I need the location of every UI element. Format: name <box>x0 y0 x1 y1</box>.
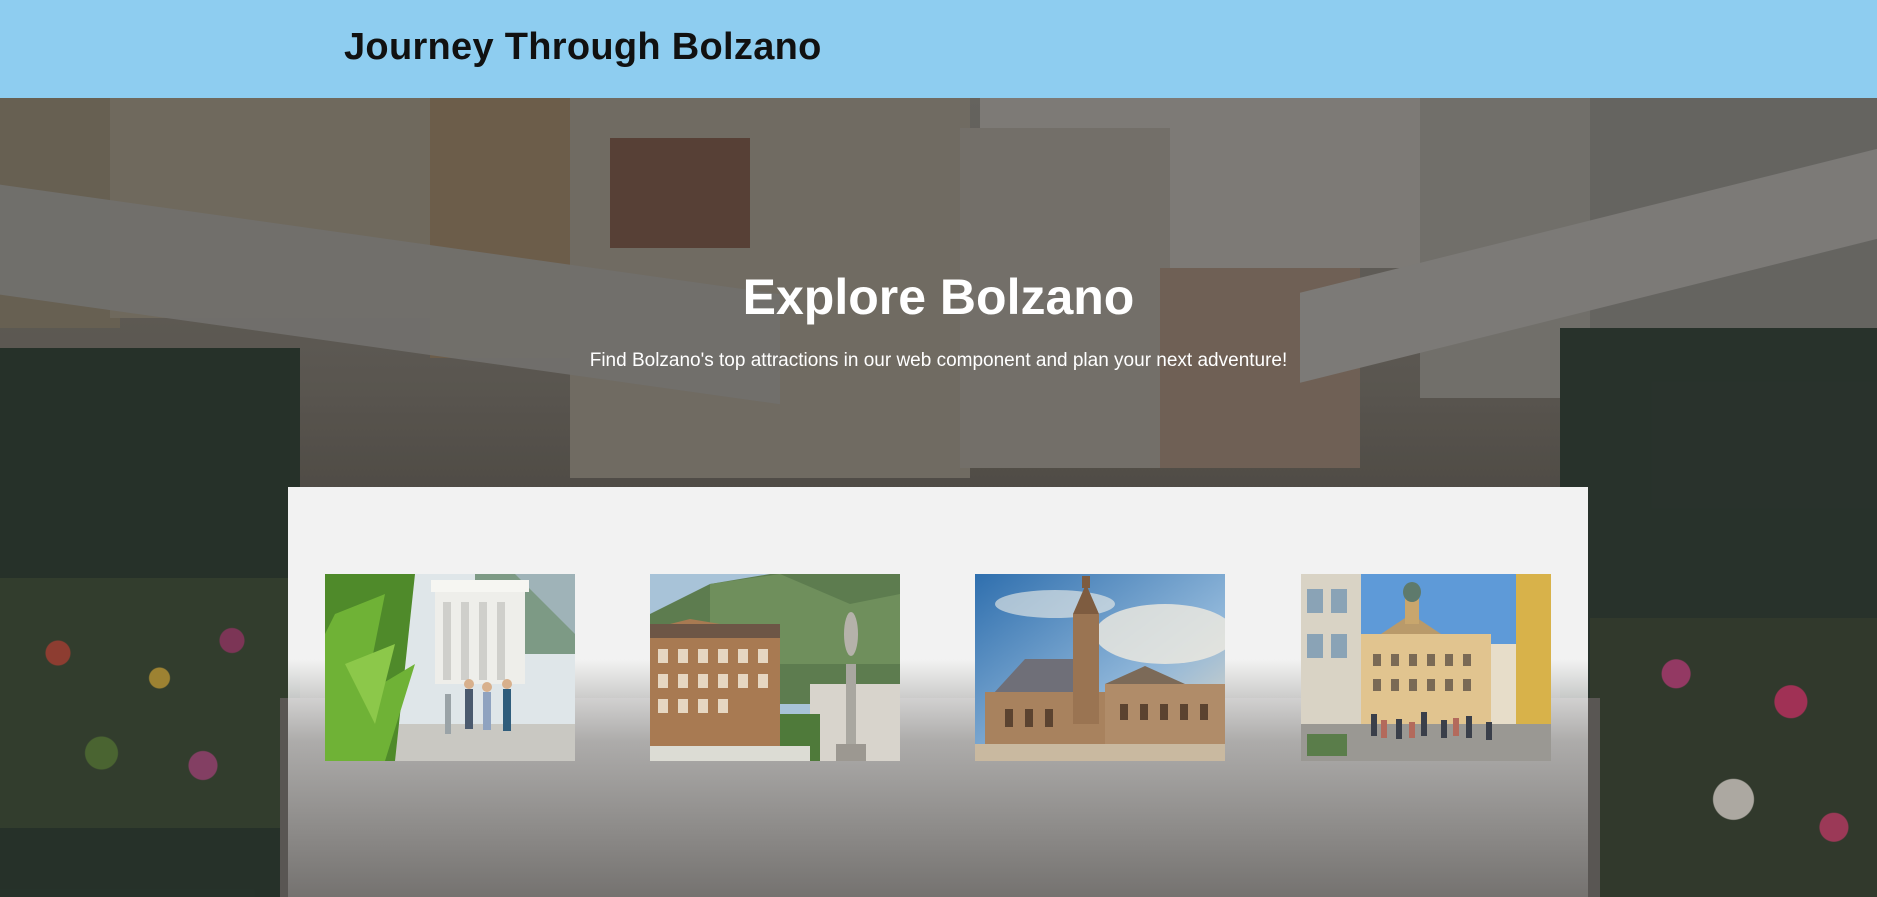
bolzano-cathedral-photo <box>975 574 1225 761</box>
attraction-card-old-town[interactable] <box>1301 574 1551 761</box>
top-bar: Journey Through Bolzano <box>0 0 1877 98</box>
victory-monument-photo <box>325 574 575 761</box>
hero-title: Explore Bolzano <box>742 269 1135 325</box>
attraction-card-walther-square[interactable] <box>650 574 900 761</box>
site-title: Journey Through Bolzano <box>344 26 822 68</box>
attractions-gallery <box>288 487 1588 897</box>
old-town-street-photo <box>1301 574 1551 761</box>
hero-subtitle: Find Bolzano's top attractions in our we… <box>589 350 1288 371</box>
walther-square-photo <box>650 574 900 761</box>
attraction-card-cathedral[interactable] <box>975 574 1225 761</box>
attraction-card-victory-monument[interactable] <box>325 574 575 761</box>
